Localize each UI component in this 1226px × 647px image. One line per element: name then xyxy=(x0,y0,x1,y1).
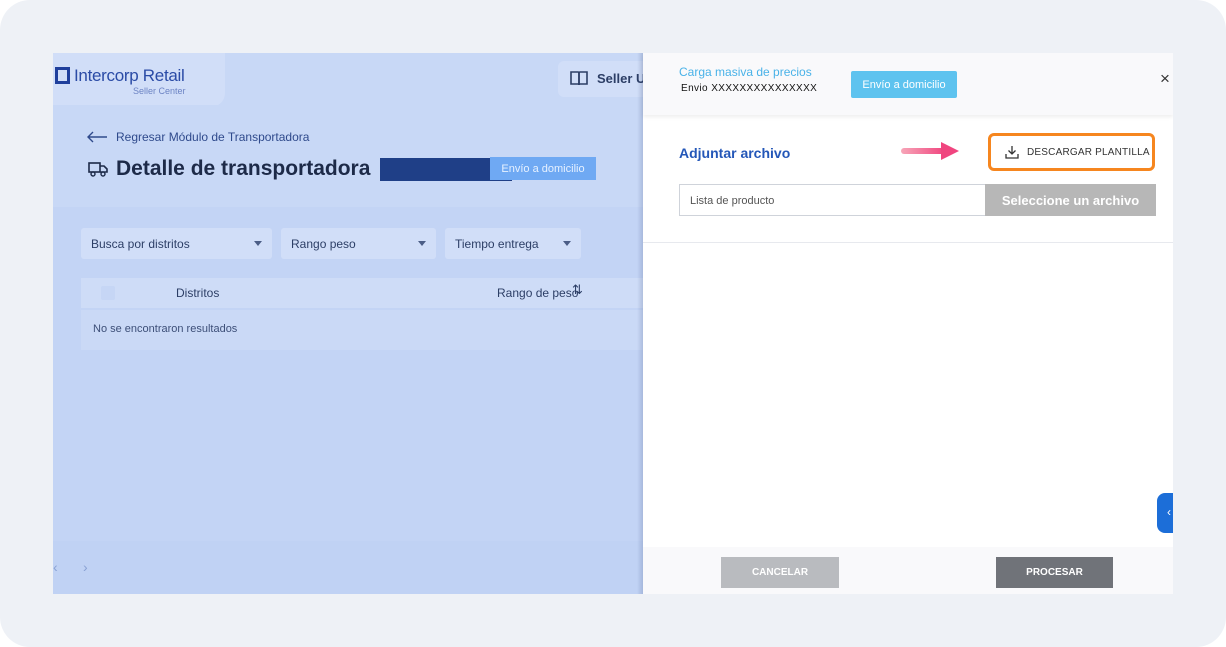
pagination-bar: ‹ › xyxy=(53,541,643,594)
chevron-down-icon xyxy=(418,241,426,246)
empty-message: No se encontraron resultados xyxy=(93,323,238,335)
shipping-type-badge: Envío a domicilio xyxy=(490,157,596,180)
logo-mark-icon xyxy=(55,67,70,84)
filter-label: Rango peso xyxy=(291,236,356,251)
filter-distritos[interactable]: Busca por distritos xyxy=(81,228,272,259)
page-title: Detalle de transportadora xyxy=(88,157,513,181)
section-divider xyxy=(643,242,1173,243)
panel-header: Carga masiva de precios Envio XXXXXXXXXX… xyxy=(643,53,1173,115)
logo-subtitle: Seller Center xyxy=(133,86,186,96)
truck-icon xyxy=(88,162,108,177)
chevron-left-icon: ‹ xyxy=(1167,505,1171,519)
sort-icon[interactable]: ⇅ xyxy=(572,282,583,298)
arrow-left-icon xyxy=(87,131,107,143)
page-header: Regresar Módulo de Transportadora Detall… xyxy=(53,105,643,207)
panel-subtitle: Envio XXXXXXXXXXXXXXX xyxy=(681,83,818,94)
bulk-price-upload-panel: Carga masiva de precios Envio XXXXXXXXXX… xyxy=(643,53,1173,594)
filter-bar: Busca por distritos Rango peso Tiempo en… xyxy=(81,228,581,259)
process-button[interactable]: PROCESAR xyxy=(996,557,1113,588)
page-title-text: Detalle de transportadora xyxy=(116,157,371,180)
download-template-label: DESCARGAR PLANTILLA xyxy=(1027,146,1150,158)
top-header: Intercorp Retail Seller Center Seller U xyxy=(53,53,658,107)
book-icon xyxy=(570,71,588,86)
logo[interactable]: Intercorp Retail Seller Center xyxy=(53,53,225,107)
filter-label: Busca por distritos xyxy=(91,236,190,251)
table-empty-row: No se encontraron resultados xyxy=(81,310,643,350)
table-header: Distritos Rango de peso ⇅ xyxy=(81,278,643,308)
back-link[interactable]: Regresar Módulo de Transportadora xyxy=(86,130,309,144)
app-screen: Intercorp Retail Seller Center Seller U … xyxy=(53,53,1173,594)
logo-title: Intercorp Retail xyxy=(74,66,185,85)
select-all-checkbox[interactable] xyxy=(101,286,115,300)
panel-shipping-badge: Envío a domicilio xyxy=(851,71,957,98)
screenshot-frame: Intercorp Retail Seller Center Seller U … xyxy=(0,0,1226,647)
chevron-right-icon[interactable]: › xyxy=(83,559,88,575)
chevron-left-icon[interactable]: ‹ xyxy=(53,559,58,575)
back-link-label: Regresar Módulo de Transportadora xyxy=(116,130,310,144)
chevron-down-icon xyxy=(563,241,571,246)
panel-footer: CANCELAR PROCESAR xyxy=(643,547,1173,594)
file-placeholder: Lista de producto xyxy=(690,195,775,207)
help-side-tab[interactable]: ‹ xyxy=(1157,493,1173,533)
pointer-arrow-icon xyxy=(901,142,959,160)
panel-title: Carga masiva de precios xyxy=(679,65,812,79)
download-icon xyxy=(1005,146,1019,159)
chevron-down-icon xyxy=(254,241,262,246)
attach-file-heading: Adjuntar archivo xyxy=(679,145,791,161)
select-file-button[interactable]: Seleccione un archivo xyxy=(985,184,1156,216)
cancel-button[interactable]: CANCELAR xyxy=(721,557,839,588)
filter-label: Tiempo entrega xyxy=(455,236,539,251)
filter-rango-peso[interactable]: Rango peso xyxy=(281,228,436,259)
close-icon[interactable]: × xyxy=(1160,69,1170,89)
filter-tiempo-entrega[interactable]: Tiempo entrega xyxy=(445,228,581,259)
column-header-distritos: Distritos xyxy=(176,286,220,300)
download-template-button[interactable]: DESCARGAR PLANTILLA xyxy=(988,133,1155,171)
file-name-field[interactable]: Lista de producto xyxy=(679,184,986,216)
column-header-rango-peso[interactable]: Rango de peso xyxy=(497,286,578,300)
